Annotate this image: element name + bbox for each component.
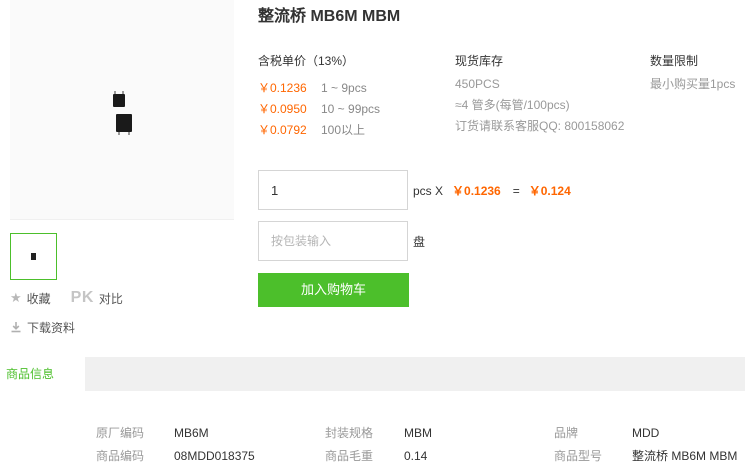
equals-sign: = bbox=[512, 183, 520, 198]
tab-bar: 商品信息 bbox=[0, 357, 745, 391]
spec-label-package: 封装规格 bbox=[325, 426, 374, 440]
tier-range: 10 ~ 99pcs bbox=[321, 101, 381, 116]
spec-value-package: MBM bbox=[404, 426, 432, 440]
spec-value-item-code: 08MDD018375 bbox=[174, 449, 255, 463]
price-header: 含税单价（13%） bbox=[258, 54, 355, 68]
tier-price: ￥0.0792 bbox=[258, 123, 307, 137]
price-tier: ￥0.1236 1 ~ 9pcs bbox=[258, 77, 380, 98]
stock-header: 现货库存 bbox=[455, 54, 504, 68]
download-row[interactable]: 下载资料 bbox=[10, 317, 123, 337]
limit-header: 数量限制 bbox=[650, 54, 699, 68]
tier-range: 100以上 bbox=[321, 123, 366, 137]
total-price: ￥0.124 bbox=[528, 184, 571, 198]
spec-label-model: 商品型号 bbox=[554, 449, 603, 463]
price-tier: ￥0.0792 100以上 bbox=[258, 119, 380, 140]
spec-label-weight: 商品毛重 bbox=[325, 449, 374, 463]
product-title: 整流桥 MB6M MBM bbox=[258, 8, 401, 25]
download-icon bbox=[11, 322, 21, 333]
tier-price: ￥0.0950 bbox=[258, 102, 307, 116]
stock-packs: ≈4 管多(每管/100pcs) bbox=[455, 98, 570, 112]
unit-multiplier: pcs X bbox=[413, 183, 444, 198]
pk-icon[interactable]: PK bbox=[71, 289, 94, 307]
favorite-compare-row: ★ 收藏 PK 对比 bbox=[10, 288, 123, 308]
tier-price: ￥0.1236 bbox=[258, 81, 307, 95]
tab-product-info[interactable]: 商品信息 bbox=[0, 357, 85, 391]
side-actions: ★ 收藏 PK 对比 下载资料 bbox=[10, 288, 123, 337]
unit-price: ￥0.1236 bbox=[452, 184, 501, 198]
spec-value-brand: MDD bbox=[632, 426, 660, 440]
product-main-image[interactable] bbox=[10, 0, 234, 220]
stock-amount: 450PCS bbox=[455, 77, 500, 91]
chip-component-bottom bbox=[116, 114, 132, 135]
tier-range: 1 ~ 9pcs bbox=[321, 80, 367, 95]
stock-contact: 订货请联系客服QQ: 800158062 bbox=[455, 119, 625, 133]
chip-component-top bbox=[113, 91, 125, 107]
download-link[interactable]: 下载资料 bbox=[27, 319, 75, 336]
spec-label-item-code: 商品编码 bbox=[96, 449, 145, 463]
spec-value-factory-code: MB6M bbox=[174, 426, 209, 440]
limit-value: 最小购买量1pcs bbox=[650, 77, 736, 91]
price-calculation: pcs X ￥0.1236 = ￥0.124 bbox=[413, 182, 571, 199]
spec-label-factory-code: 原厂编码 bbox=[96, 426, 145, 440]
price-tier: ￥0.0950 10 ~ 99pcs bbox=[258, 98, 380, 119]
star-icon[interactable]: ★ bbox=[10, 290, 22, 306]
spec-label-brand: 品牌 bbox=[554, 426, 579, 440]
thumbnail-chip bbox=[31, 253, 36, 260]
price-tier-list: ￥0.1236 1 ~ 9pcs ￥0.0950 10 ~ 99pcs ￥0.0… bbox=[258, 77, 380, 140]
favorite-link[interactable]: 收藏 bbox=[27, 290, 51, 307]
spec-value-model: 整流桥 MB6M MBM bbox=[632, 449, 738, 463]
pack-quantity-input[interactable] bbox=[258, 221, 408, 261]
pack-unit: 盘 bbox=[413, 235, 426, 249]
add-to-cart-button[interactable]: 加入购物车 bbox=[258, 273, 409, 307]
spec-value-weight: 0.14 bbox=[404, 449, 428, 463]
quantity-input[interactable] bbox=[258, 170, 408, 210]
compare-link[interactable]: 对比 bbox=[99, 290, 123, 307]
product-thumbnail[interactable] bbox=[10, 233, 57, 280]
